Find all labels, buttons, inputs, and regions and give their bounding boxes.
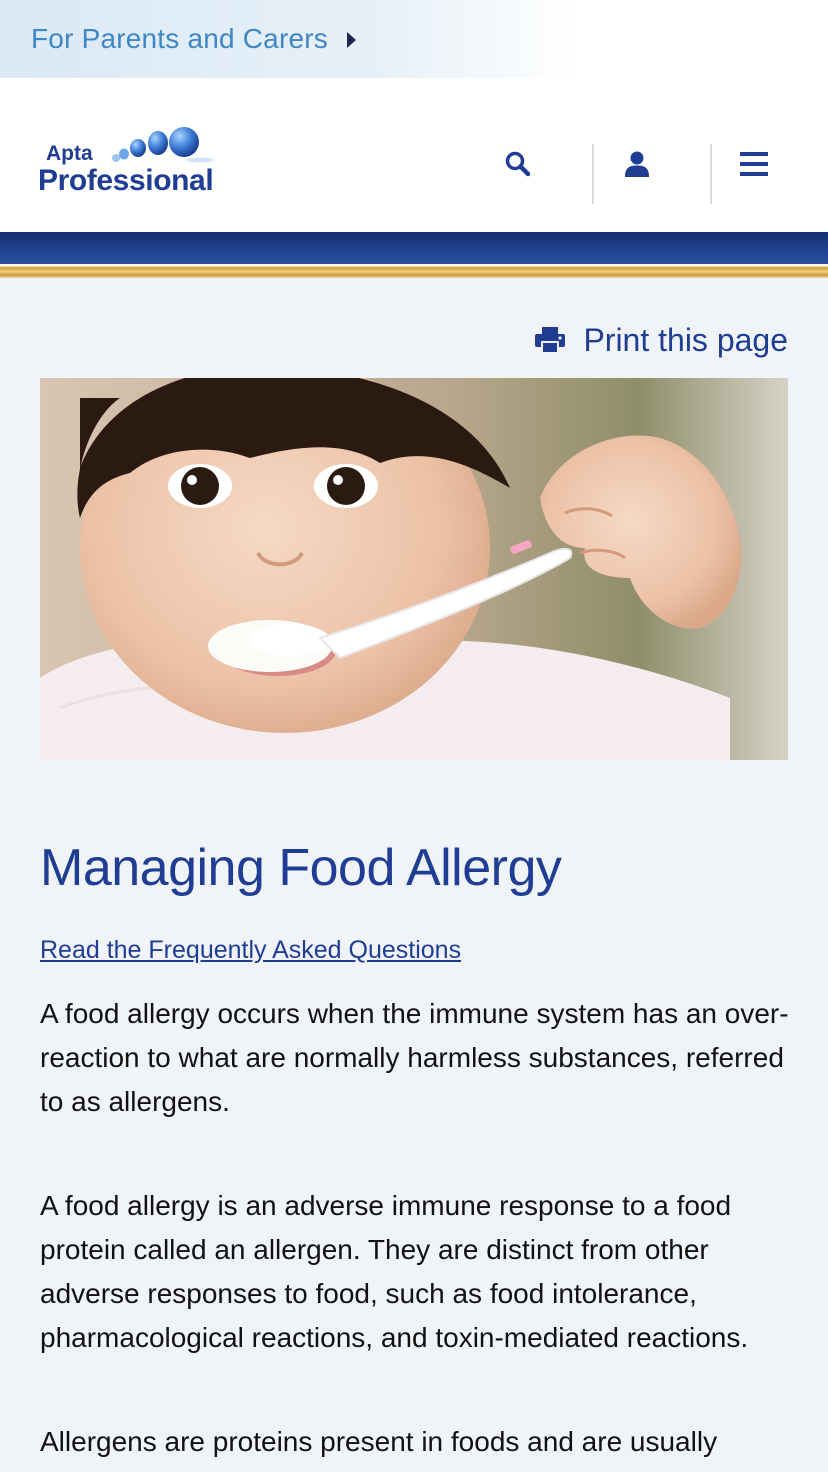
search-icon <box>505 151 531 177</box>
header-divider <box>592 144 594 204</box>
site-header: Apta Professional <box>0 78 828 232</box>
paragraph: A food allergy occurs when the immune sy… <box>40 998 789 1117</box>
header-divider <box>710 144 712 204</box>
print-page-label: Print this page <box>583 321 788 358</box>
apta-professional-logo[interactable]: Apta Professional <box>38 126 228 198</box>
page-title: Managing Food Allergy <box>40 839 562 897</box>
chevron-right-icon <box>346 32 356 48</box>
header-blue-stripe <box>0 232 828 264</box>
search-button[interactable] <box>498 144 538 184</box>
paragraph: Allergens are proteins present in foods … <box>40 1426 718 1457</box>
paragraph: A food allergy is an adverse immune resp… <box>40 1190 749 1353</box>
parents-carers-link[interactable]: For Parents and Carers <box>31 23 328 55</box>
header-gold-stripe <box>0 264 828 278</box>
logo-apta-text: Apta <box>46 142 93 165</box>
faq-link[interactable]: Read the Frequently Asked Questions <box>40 936 461 965</box>
logo-professional-text: Professional <box>38 164 214 197</box>
printer-icon <box>535 327 566 354</box>
print-page-button[interactable]: Print this page <box>535 318 788 362</box>
menu-button[interactable] <box>734 144 774 184</box>
account-button[interactable] <box>617 144 657 184</box>
hero-image <box>40 378 788 760</box>
menu-icon <box>740 152 768 176</box>
user-icon <box>625 151 649 177</box>
parents-carers-banner[interactable]: For Parents and Carers <box>0 0 828 78</box>
